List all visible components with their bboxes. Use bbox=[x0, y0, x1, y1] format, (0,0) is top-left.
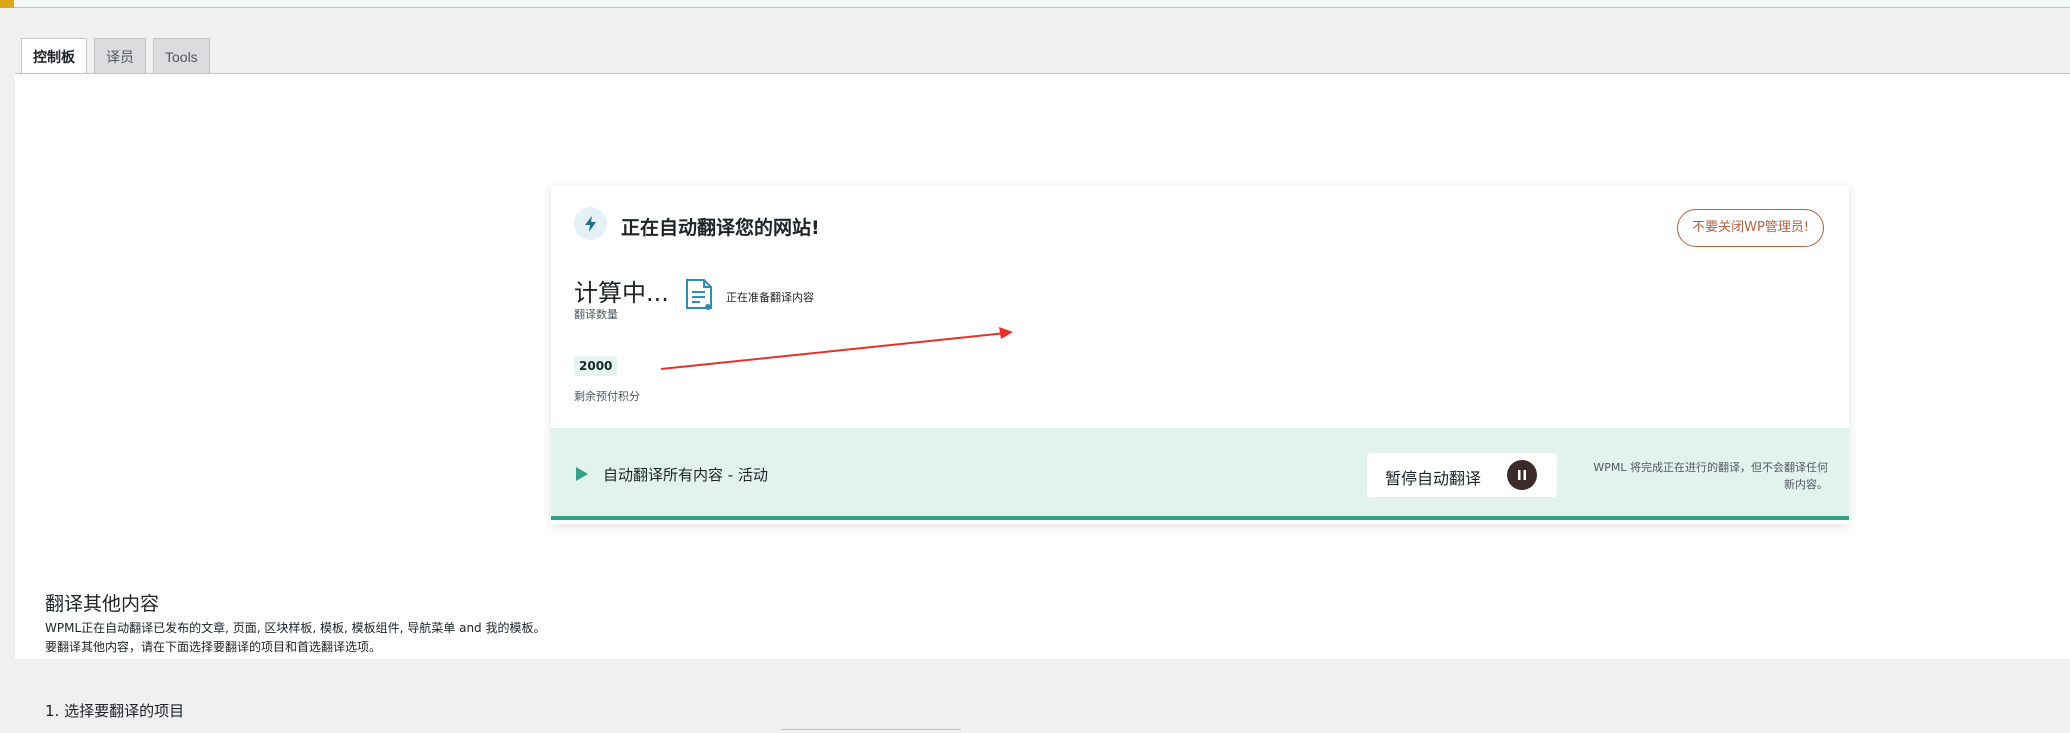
credits-badge: 2000 bbox=[574, 356, 618, 376]
pause-button-label: 暂停自动翻译 bbox=[1385, 469, 1482, 488]
annotation-arrow bbox=[661, 327, 1013, 370]
pause-note-line1: WPML 将完成正在进行的翻译，但不会翻译任何 bbox=[1593, 461, 1828, 474]
tab-translators[interactable]: 译员 bbox=[94, 38, 146, 74]
pause-icon bbox=[1507, 460, 1537, 490]
tab-dashboard[interactable]: 控制板 bbox=[21, 38, 87, 75]
pause-note: WPML 将完成正在进行的翻译，但不会翻译任何 新内容。 bbox=[1568, 459, 1828, 493]
section-title: 翻译其他内容 bbox=[45, 593, 160, 615]
auto-translate-status-bar: 自动翻译所有内容 - 活动 暂停自动翻译 WPML 将完成正在进行的翻译，但不会… bbox=[551, 428, 1849, 520]
notice-accent bbox=[0, 0, 14, 8]
pause-note-line2: 新内容。 bbox=[1784, 478, 1828, 491]
play-icon bbox=[575, 466, 589, 486]
main-content: 正在自动翻译您的网站! 不要关闭WP管理员! 计算中... 翻译数量 正在准备翻… bbox=[15, 73, 2070, 730]
tab-tools[interactable]: Tools bbox=[153, 38, 210, 74]
step-1-title: 1. 选择要翻译的项目 bbox=[45, 702, 185, 720]
translation-count-value: 计算中... bbox=[574, 279, 669, 307]
auto-translate-card: 正在自动翻译您的网站! 不要关闭WP管理员! 计算中... 翻译数量 正在准备翻… bbox=[551, 185, 1849, 524]
credits-label: 剩余预付积分 bbox=[574, 390, 640, 403]
pause-auto-translate-button[interactable]: 暂停自动翻译 bbox=[1367, 453, 1557, 497]
cut-off-element bbox=[781, 729, 961, 733]
preparing-status: 正在准备翻译内容 bbox=[726, 291, 814, 304]
translation-count-label: 翻译数量 bbox=[574, 308, 618, 321]
card-title: 正在自动翻译您的网站! bbox=[621, 217, 820, 239]
tab-bar: 控制板 译员 Tools bbox=[21, 38, 210, 75]
admin-notice-strip bbox=[0, 0, 2070, 8]
dont-close-admin-button[interactable]: 不要关闭WP管理员! bbox=[1677, 209, 1824, 247]
lightning-icon bbox=[574, 207, 607, 240]
auto-translate-status: 自动翻译所有内容 - 活动 bbox=[603, 466, 768, 484]
section-description-1: WPML正在自动翻译已发布的文章, 页面, 区块样板, 模板, 模板组件, 导航… bbox=[45, 621, 546, 635]
section-description-2: 要翻译其他内容，请在下面选择要翻译的项目和首选翻译选项。 bbox=[45, 640, 382, 654]
document-icon bbox=[684, 278, 714, 316]
